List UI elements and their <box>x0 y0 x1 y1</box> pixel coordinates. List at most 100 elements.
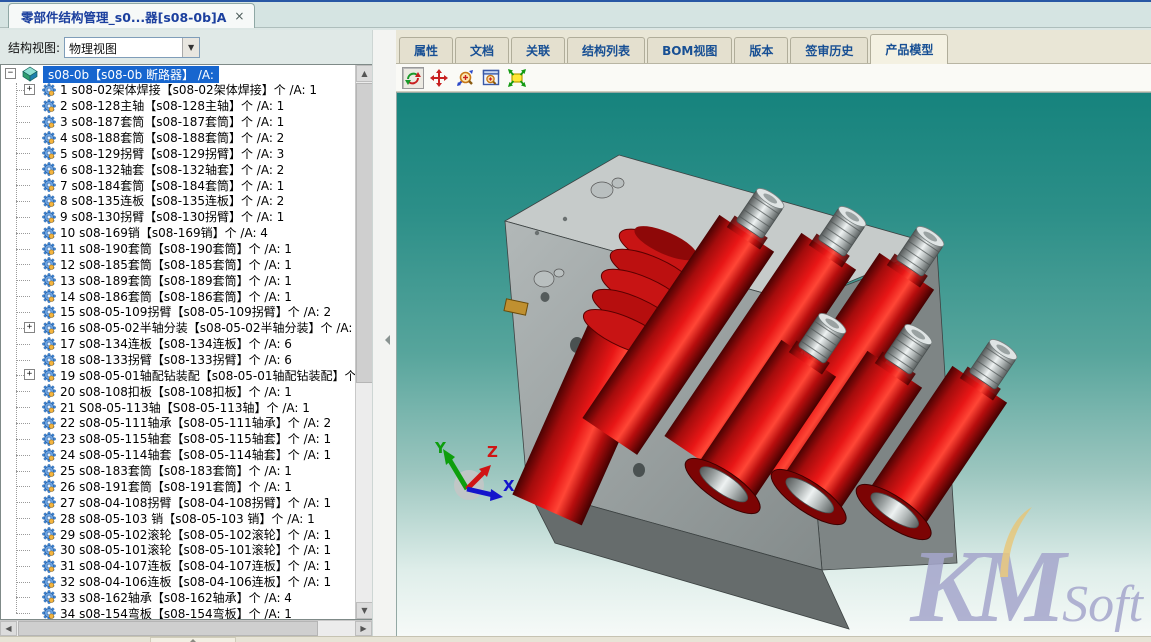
tree-item[interactable]: + 18 s08-133拐臂【s08-133拐臂】个 /A: 6 <box>1 352 355 368</box>
tree-line <box>16 566 30 567</box>
tree-item[interactable]: + 15 s08-05-109拐臂【s08-05-109拐臂】个 /A: 2 <box>1 304 355 320</box>
zoom-window-icon[interactable] <box>480 67 502 89</box>
collapse-up-icon <box>189 635 197 642</box>
detail-tab-label: 产品模型 <box>885 41 933 58</box>
assembly-icon <box>22 66 38 82</box>
detail-tab[interactable]: BOM视图 <box>647 37 732 63</box>
tree-line <box>16 312 30 313</box>
panel-splitter[interactable] <box>372 30 396 636</box>
scroll-up-icon[interactable]: ▲ <box>356 65 373 82</box>
horizontal-scroll-thumb[interactable] <box>18 621 318 636</box>
expand-icon[interactable]: + <box>24 322 35 333</box>
expand-icon[interactable]: + <box>24 369 35 380</box>
tree-item[interactable]: + 21 S08-05-113轴【S08-05-113轴】个 /A: 1 <box>1 399 355 415</box>
tree-item[interactable]: + 32 s08-04-106连板【s08-04-106连板】个 /A: 1 <box>1 574 355 590</box>
tree-item[interactable]: + 23 s08-05-115轴套【s08-05-115轴套】个 /A: 1 <box>1 431 355 447</box>
part-icon <box>42 479 56 493</box>
tree-root-label: s08-0b【s08-0b 断路器】 /A: <box>43 66 219 83</box>
detail-tab-label: 版本 <box>749 42 773 59</box>
tree-item[interactable]: + 9 s08-130拐臂【s08-130拐臂】个 /A: 1 <box>1 209 355 225</box>
detail-tab[interactable]: 关联 <box>511 37 565 63</box>
view-selector-combobox[interactable]: 物理视图 ▼ <box>64 37 200 58</box>
3d-viewport[interactable]: Y Z X KM Soft <box>396 92 1151 636</box>
tree-item[interactable]: + 13 s08-189套筒【s08-189套筒】个 /A: 1 <box>1 272 355 288</box>
watermark-soft: Soft <box>1062 575 1143 634</box>
tree-vertical-scrollbar[interactable]: ▲ ▼ <box>355 65 372 619</box>
tree-item[interactable]: + 6 s08-132轴套【s08-132轴套】个 /A: 2 <box>1 161 355 177</box>
tree-item[interactable]: + 16 s08-05-02半轴分装【s08-05-02半轴分装】个 /A: 1 <box>1 320 355 336</box>
collapse-left-icon[interactable] <box>380 335 390 345</box>
tree-item[interactable]: + 7 s08-184套筒【s08-184套筒】个 /A: 1 <box>1 177 355 193</box>
tree-item[interactable]: + 2 s08-128主轴【s08-128主轴】个 /A: 1 <box>1 98 355 114</box>
zoom-dynamic-icon[interactable] <box>454 67 476 89</box>
tree-item[interactable]: + 1 s08-02架体焊接【s08-02架体焊接】个 /A: 1 <box>1 82 355 98</box>
tree-item[interactable]: + 5 s08-129拐臂【s08-129拐臂】个 /A: 3 <box>1 145 355 161</box>
tree-item[interactable]: + 11 s08-190套筒【s08-190套筒】个 /A: 1 <box>1 241 355 257</box>
tree-item[interactable]: + 12 s08-185套筒【s08-185套筒】个 /A: 1 <box>1 256 355 272</box>
part-icon <box>42 162 56 176</box>
scroll-down-icon[interactable]: ▼ <box>356 602 373 619</box>
detail-tab-label: 结构列表 <box>582 42 630 59</box>
part-icon <box>42 575 56 589</box>
bottom-splitter-strip[interactable] <box>0 636 1151 642</box>
tree-item[interactable]: + 28 s08-05-103 销【s08-05-103 销】个 /A: 1 <box>1 510 355 526</box>
tree-item[interactable]: + 31 s08-04-107连板【s08-04-107连板】个 /A: 1 <box>1 558 355 574</box>
tree-item[interactable]: + 25 s08-183套筒【s08-183套筒】个 /A: 1 <box>1 463 355 479</box>
tree-item-label: 25 s08-183套筒【s08-183套筒】个 /A: 1 <box>60 462 292 479</box>
tree-item[interactable]: + 30 s08-05-101滚轮【s08-05-101滚轮】个 /A: 1 <box>1 542 355 558</box>
detail-tab[interactable]: 产品模型 <box>870 34 948 64</box>
tree-item[interactable]: + 33 s08-162轴承【s08-162轴承】个 /A: 4 <box>1 590 355 606</box>
close-icon[interactable]: × <box>234 10 244 22</box>
scroll-right-icon[interactable]: ▶ <box>355 621 372 636</box>
structure-tree[interactable]: − s08-0b【s08-0b 断路器】 /A: + 1 s08-02架体 <box>1 65 355 619</box>
tree-item[interactable]: + 3 s08-187套筒【s08-187套筒】个 /A: 1 <box>1 114 355 130</box>
tree-item[interactable]: + 22 s08-05-111轴承【s08-05-111轴承】个 /A: 2 <box>1 415 355 431</box>
tree-item[interactable]: + 19 s08-05-01轴配钻装配【s08-05-01轴配钻装配】个 /A: <box>1 367 355 383</box>
part-icon <box>42 99 56 113</box>
document-tab[interactable]: 零部件结构管理_s0...器[s08-0b]A × <box>8 3 255 28</box>
tree-item-label: 17 s08-134连板【s08-134连板】个 /A: 6 <box>60 335 292 352</box>
rotate-icon[interactable] <box>402 67 424 89</box>
tree-item[interactable]: + 26 s08-191套筒【s08-191套筒】个 /A: 1 <box>1 478 355 494</box>
tree-item-label: 13 s08-189套筒【s08-189套筒】个 /A: 1 <box>60 272 292 289</box>
tree-item[interactable]: + 14 s08-186套筒【s08-186套筒】个 /A: 1 <box>1 288 355 304</box>
tree-root-item[interactable]: − s08-0b【s08-0b 断路器】 /A: <box>1 66 355 82</box>
tree-item[interactable]: + 20 s08-108扣板【s08-108扣板】个 /A: 1 <box>1 383 355 399</box>
part-icon <box>42 384 56 398</box>
tree-item[interactable]: + 27 s08-04-108拐臂【s08-04-108拐臂】个 /A: 1 <box>1 494 355 510</box>
part-icon <box>42 226 56 240</box>
tree-item[interactable]: + 10 s08-169销【s08-169销】个 /A: 4 <box>1 225 355 241</box>
expand-icon[interactable]: + <box>24 84 35 95</box>
tree-item[interactable]: + 29 s08-05-102滚轮【s08-05-102滚轮】个 /A: 1 <box>1 526 355 542</box>
tree-horizontal-scrollbar[interactable]: ◀ ▶ <box>0 620 372 636</box>
view-selector-value: 物理视图 <box>65 38 182 57</box>
collapse-icon[interactable]: − <box>5 68 16 79</box>
part-icon <box>42 432 56 446</box>
pan-icon[interactable] <box>428 67 450 89</box>
detail-tab[interactable]: 签审历史 <box>790 37 868 63</box>
detail-tab[interactable]: 版本 <box>734 37 788 63</box>
detail-tab[interactable]: 结构列表 <box>567 37 645 63</box>
tree-line <box>16 296 30 297</box>
tree-item-label: 19 s08-05-01轴配钻装配【s08-05-01轴配钻装配】个 /A: <box>60 367 355 384</box>
tree-item[interactable]: + 17 s08-134连板【s08-134连板】个 /A: 6 <box>1 336 355 352</box>
zoom-fit-icon[interactable] <box>506 67 528 89</box>
tree-item-label: 26 s08-191套筒【s08-191套筒】个 /A: 1 <box>60 478 292 495</box>
tree-item[interactable]: + 24 s08-05-114轴套【s08-05-114轴套】个 /A: 1 <box>1 447 355 463</box>
tree-item[interactable]: + 4 s08-188套筒【s08-188套筒】个 /A: 2 <box>1 130 355 146</box>
tree-line <box>16 233 30 234</box>
detail-tab[interactable]: 文档 <box>455 37 509 63</box>
tree-item[interactable]: + 8 s08-135连板【s08-135连板】个 /A: 2 <box>1 193 355 209</box>
vertical-scroll-thumb[interactable] <box>356 83 373 383</box>
watermark-km: KM <box>910 543 1060 631</box>
tree-item[interactable]: + 34 s08-154弯板【s08-154弯板】个 /A: 1 <box>1 605 355 619</box>
structure-panel: 结构视图: 物理视图 ▼ − s08-0b【s08-0b 断路器】 /A: <box>0 30 372 636</box>
viewer-toolbar <box>396 64 1151 92</box>
detail-tab[interactable]: 属性 <box>399 37 453 63</box>
collapse-handle[interactable] <box>150 637 236 642</box>
part-icon <box>42 289 56 303</box>
tree-item-label: 33 s08-162轴承【s08-162轴承】个 /A: 4 <box>60 589 292 606</box>
detail-tab-label: 签审历史 <box>805 42 853 59</box>
chevron-down-icon[interactable]: ▼ <box>182 38 199 57</box>
scroll-left-icon[interactable]: ◀ <box>0 621 17 636</box>
